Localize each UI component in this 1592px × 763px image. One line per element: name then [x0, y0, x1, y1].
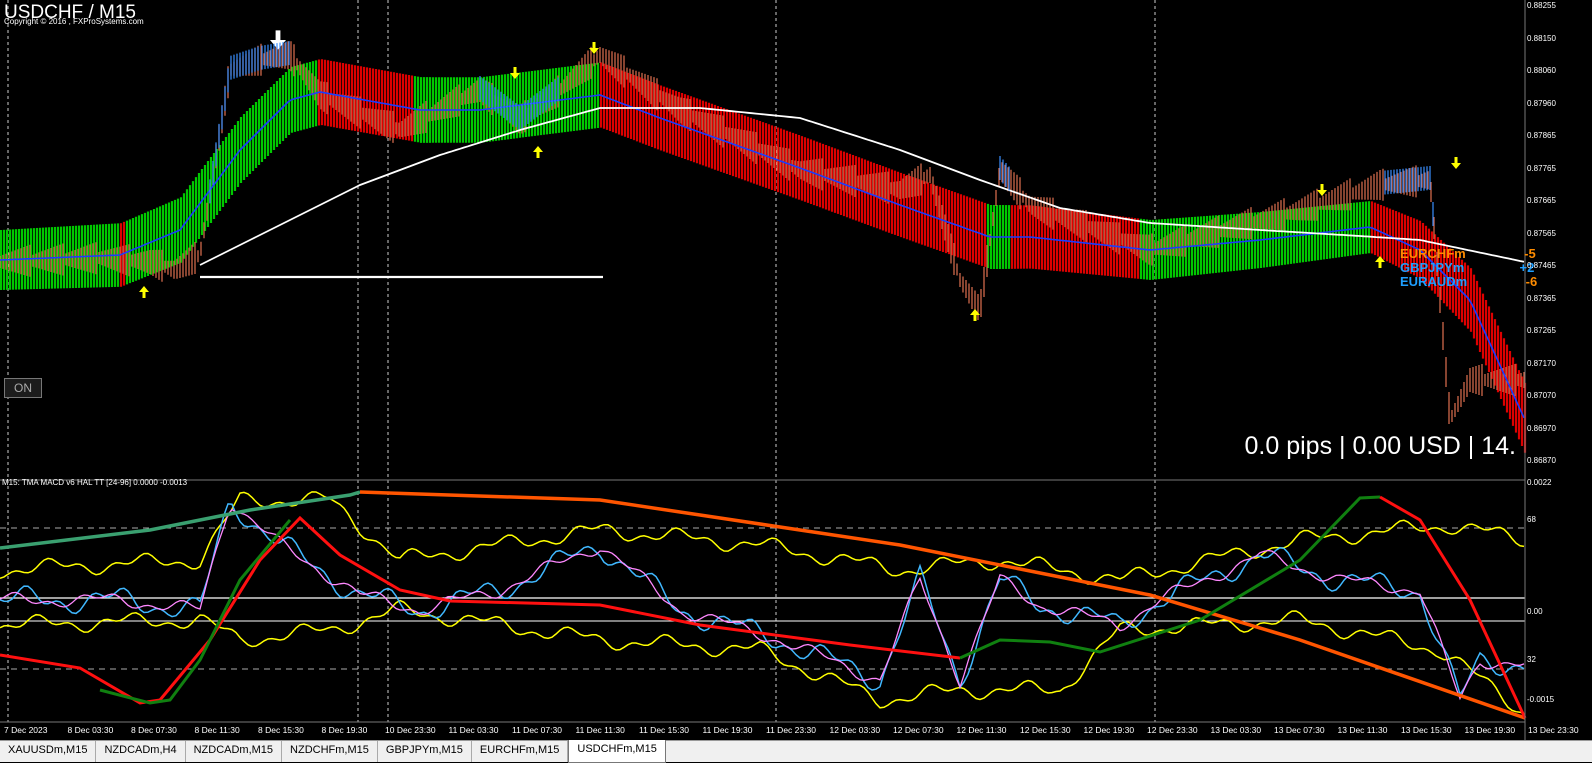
price-tick: 0.87170: [1527, 358, 1556, 368]
arrow-up-icon: [139, 286, 149, 298]
symbol-row: EURAUDm -6: [1400, 274, 1537, 289]
price-tick: 0.87365: [1527, 293, 1556, 303]
time-tick: 8 Dec 11:30: [194, 725, 240, 735]
price-tick: 0.87865: [1527, 131, 1556, 140]
time-tick: 10 Dec 23:30: [385, 725, 436, 735]
chart-tab[interactable]: USDCHFm,M15: [568, 740, 666, 763]
chart-canvas[interactable]: [0, 0, 1592, 740]
indicator-tick: 68: [1527, 515, 1536, 524]
tma-band: [0, 59, 1527, 453]
time-tick: 11 Dec 15:30: [639, 725, 689, 735]
chart-tab[interactable]: XAUUSDm,M15: [0, 741, 97, 762]
time-tick: 12 Dec 15:30: [1020, 725, 1071, 735]
symbol-row: GBPJPYm +2: [1400, 260, 1537, 275]
indicator-label: M15: TMA MACD v6 HAL TT [24-96] 0.0000 -…: [2, 478, 188, 487]
time-tick: 12 Dec 23:30: [1147, 725, 1198, 735]
time-tick: 11 Dec 03:30: [448, 725, 499, 735]
histo-curve-green: [959, 495, 1381, 660]
chart-tab[interactable]: GBPJPYm,M15: [378, 741, 472, 762]
chart-tab[interactable]: NZDCHFm,M15: [282, 741, 378, 762]
price-tick: 0.86970: [1527, 423, 1556, 433]
symbol-name: EURAUDm: [1400, 274, 1468, 289]
price-tick: 0.88255: [1527, 1, 1556, 10]
price-tick: 0.87465: [1527, 261, 1556, 270]
grid-lines: [7, 0, 1156, 722]
time-tick: 13 Dec 19:30: [1464, 725, 1516, 735]
chart-tab-bar: XAUUSDm,M15 NZDCADm,H4 NZDCADm,M15 NZDCHFm,…: [0, 740, 1592, 763]
symbol-panel: EURCHFm -5 GBPJPYm +2 EURAUDm -6: [1400, 246, 1537, 289]
symbol-name: EURCHFm: [1400, 246, 1466, 261]
chart-tab[interactable]: EURCHFm,M15: [472, 741, 569, 762]
time-tick: 12 Dec 11:30: [956, 725, 1007, 735]
on-toggle-button[interactable]: ON: [4, 378, 42, 398]
time-tick: 13 Dec 23:30: [1528, 725, 1579, 735]
time-tick: 7 Dec 2023: [4, 725, 48, 735]
time-tick: 13 Dec 15:30: [1401, 725, 1452, 735]
price-tick: 0.87765: [1527, 163, 1556, 173]
indicator-tick: 32: [1527, 655, 1536, 664]
arrow-up-icon: [533, 146, 543, 158]
chart-window[interactable]: USDCHF / M15 Copyright © 2016 , FXProSys…: [0, 0, 1592, 740]
chart-tab[interactable]: NZDCADm,H4: [96, 741, 186, 762]
histo-curve-green: [99, 519, 292, 705]
arrow-down-icon: [1451, 157, 1461, 169]
time-tick: 12 Dec 19:30: [1083, 725, 1135, 735]
indicator-subwindow: [0, 490, 1527, 720]
time-tick: 13 Dec 07:30: [1274, 725, 1325, 735]
time-tick: 8 Dec 03:30: [67, 725, 114, 735]
time-tick: 12 Dec 03:30: [829, 725, 881, 735]
price-tick: 0.87070: [1527, 391, 1556, 400]
price-tick: 0.87665: [1527, 196, 1556, 205]
symbol-row: EURCHFm -5: [1400, 246, 1537, 261]
price-tick: 0.87960: [1527, 98, 1556, 108]
time-tick: 12 Dec 07:30: [893, 725, 944, 735]
time-tick: 11 Dec 23:30: [766, 725, 816, 735]
signal-long-orange: [359, 490, 1526, 720]
time-tick: 13 Dec 03:30: [1210, 725, 1262, 735]
price-tick: 0.88060: [1527, 66, 1556, 75]
price-tick: 0.87265: [1527, 326, 1556, 335]
chart-tab[interactable]: NZDCADm,M15: [186, 741, 283, 762]
time-tick: 8 Dec 07:30: [131, 725, 177, 735]
histo-curve-red: [1379, 495, 1527, 719]
upper-band-line: [0, 491, 1525, 585]
indicator-tick: 0.0022: [1527, 478, 1552, 487]
time-tick: 11 Dec 07:30: [512, 725, 562, 735]
time-tick: 8 Dec 15:30: [258, 725, 304, 735]
indicator-tick: 0.00: [1527, 607, 1543, 616]
price-tick: 0.88150: [1527, 33, 1556, 43]
pips-readout: 0.0 pips | 0.00 USD | 14.: [1244, 432, 1516, 460]
indicator-tick: -0.0015: [1527, 695, 1555, 704]
symbol-value: -5: [1524, 246, 1536, 261]
symbol-value: -6: [1525, 274, 1538, 289]
price-tick: 0.87565: [1527, 228, 1556, 238]
price-tick: 0.86870: [1527, 456, 1556, 465]
time-tick: 13 Dec 11:30: [1337, 725, 1388, 735]
time-tick: 11 Dec 11:30: [575, 725, 625, 735]
signal-long-green: [0, 490, 361, 550]
time-tick: 11 Dec 19:30: [702, 725, 753, 735]
lower-band-line: [0, 599, 1525, 715]
macd-fast-line: [0, 503, 1525, 697]
time-tick: 8 Dec 19:30: [321, 725, 368, 735]
copyright-text: Copyright © 2016 , FXProSystems.com: [4, 17, 144, 26]
symbol-name: GBPJPYm: [1400, 260, 1465, 275]
histo-curve-red: [449, 599, 961, 660]
